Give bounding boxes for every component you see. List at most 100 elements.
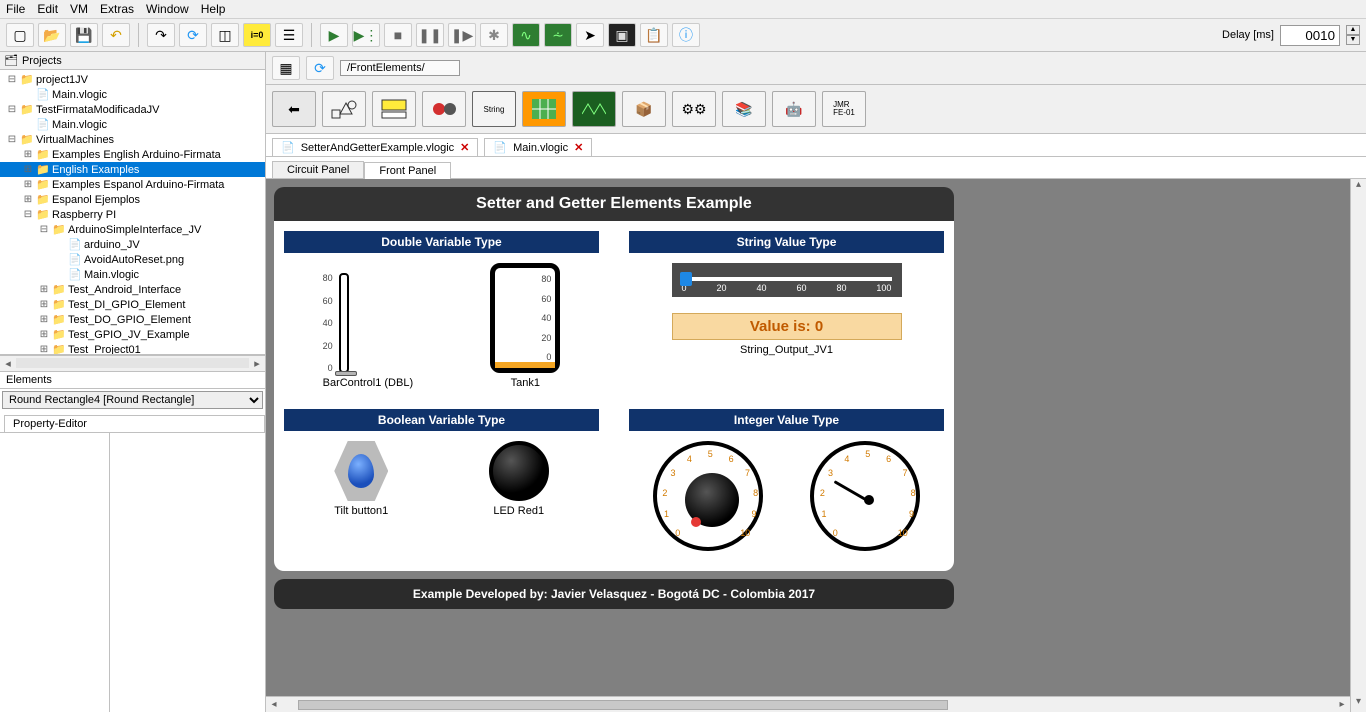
- project-tree[interactable]: ⊟📁project1JV📄Main.vlogic⊟📁TestFirmataMod…: [0, 70, 265, 355]
- palette-robot-icon[interactable]: 🤖: [772, 91, 816, 127]
- file-tab-main[interactable]: 📄 Main.vlogic ✕: [484, 138, 592, 156]
- palette-gears-icon[interactable]: ⚙⚙: [672, 91, 716, 127]
- close-tab-icon[interactable]: ✕: [574, 141, 583, 154]
- tree-twist-icon[interactable]: ⊟: [6, 134, 18, 145]
- tree-item[interactable]: ⊟📁TestFirmataModificadaJV: [0, 102, 265, 117]
- tree-item[interactable]: ⊞📁Test_DI_GPIO_Element: [0, 297, 265, 312]
- console-icon[interactable]: ▣: [608, 23, 636, 47]
- tree-item[interactable]: ⊟📁Raspberry PI: [0, 207, 265, 222]
- debug-icon[interactable]: ✱: [480, 23, 508, 47]
- tree-item[interactable]: ⊟📁project1JV: [0, 72, 265, 87]
- tree-twist-icon[interactable]: ⊞: [22, 149, 34, 160]
- slider-widget[interactable]: 0 20 40 60 80 100: [672, 263, 902, 297]
- file-tab-setter[interactable]: 📄 SetterAndGetterExample.vlogic ✕: [272, 138, 478, 156]
- bar-control[interactable]: [339, 273, 349, 373]
- delay-input[interactable]: [1280, 25, 1340, 46]
- tree-twist-icon[interactable]: ⊞: [22, 179, 34, 190]
- palette-books-icon[interactable]: 📚: [722, 91, 766, 127]
- palette-jmr-icon[interactable]: JMR FE-01: [822, 91, 866, 127]
- window-icon[interactable]: ◫: [211, 23, 239, 47]
- menu-edit[interactable]: Edit: [37, 2, 58, 16]
- refresh-icon[interactable]: ⟳: [179, 23, 207, 47]
- section-boolean-header: Boolean Variable Type: [284, 409, 599, 431]
- new-icon[interactable]: ▢: [6, 23, 34, 47]
- property-editor-tab[interactable]: Property-Editor: [4, 415, 265, 432]
- tank-widget[interactable]: 80 60 40 20 0: [490, 263, 560, 373]
- var-icon[interactable]: i=0: [243, 23, 271, 47]
- tree-item[interactable]: ⊞📁Test_GPIO_JV_Example: [0, 327, 265, 342]
- play-step-icon[interactable]: ▶⋮: [352, 23, 380, 47]
- palette-meter-icon[interactable]: [372, 91, 416, 127]
- tree-item[interactable]: 📄Main.vlogic: [0, 87, 265, 102]
- palette-back-icon[interactable]: ⬅: [272, 91, 316, 127]
- tree-item[interactable]: 📄arduino_JV: [0, 237, 265, 252]
- save-icon[interactable]: 💾: [70, 23, 98, 47]
- tree-item[interactable]: ⊞📁Espanol Ejemplos: [0, 192, 265, 207]
- tree-twist-icon[interactable]: ⊟: [6, 104, 18, 115]
- close-tab-icon[interactable]: ✕: [460, 141, 469, 154]
- step-icon[interactable]: ❚▶: [448, 23, 476, 47]
- pause-icon[interactable]: ❚❚: [416, 23, 444, 47]
- menu-file[interactable]: File: [6, 2, 25, 16]
- tree-twist-icon[interactable]: ⊞: [38, 284, 50, 295]
- dial-knob[interactable]: 012345678910: [653, 441, 763, 551]
- tree-item-label: Test_DI_GPIO_Element: [68, 299, 185, 311]
- doc-icon[interactable]: 📋: [640, 23, 668, 47]
- tree-item[interactable]: ⊟📁ArduinoSimpleInterface_JV: [0, 222, 265, 237]
- palette-led-icon[interactable]: [422, 91, 466, 127]
- tree-twist-icon[interactable]: ⊟: [6, 74, 18, 85]
- design-canvas[interactable]: Setter and Getter Elements Example Doubl…: [274, 187, 954, 609]
- play-icon[interactable]: ▶: [320, 23, 348, 47]
- tree-twist-icon[interactable]: ⊞: [22, 194, 34, 205]
- delay-up-icon[interactable]: ▲: [1346, 25, 1360, 35]
- tick-label: 60: [323, 296, 333, 306]
- canvas-hscroll[interactable]: ◂▸: [266, 696, 1350, 712]
- signal1-icon[interactable]: ∿: [512, 23, 540, 47]
- tree-twist-icon[interactable]: ⊞: [38, 329, 50, 340]
- tree-item[interactable]: ⊞📁English Examples: [0, 162, 265, 177]
- tree-twist-icon[interactable]: ⊞: [38, 299, 50, 310]
- tree-twist-icon[interactable]: ⊞: [22, 164, 34, 175]
- redo-icon[interactable]: ↷: [147, 23, 175, 47]
- tilt-button[interactable]: [334, 441, 388, 501]
- tree-item[interactable]: ⊞📁Examples Espanol Arduino-Firmata: [0, 177, 265, 192]
- menu-window[interactable]: Window: [146, 2, 189, 16]
- tree-twist-icon[interactable]: ⊞: [38, 314, 50, 325]
- tree-item[interactable]: ⊟📁VirtualMachines: [0, 132, 265, 147]
- tree-item[interactable]: ⊞📁Test_DO_GPIO_Element: [0, 312, 265, 327]
- tree-item[interactable]: 📄Main.vlogic: [0, 267, 265, 282]
- grid-icon[interactable]: ▦: [272, 56, 300, 80]
- elements-select[interactable]: Round Rectangle4 [Round Rectangle]: [2, 391, 263, 409]
- menu-extras[interactable]: Extras: [100, 2, 134, 16]
- delay-down-icon[interactable]: ▼: [1346, 35, 1360, 45]
- reload-icon[interactable]: ⟳: [306, 56, 334, 80]
- canvas-vscroll[interactable]: ▴▾: [1350, 179, 1366, 712]
- open-icon[interactable]: 📂: [38, 23, 66, 47]
- palette-string-icon[interactable]: String: [472, 91, 516, 127]
- tab-front-panel[interactable]: Front Panel: [364, 162, 451, 179]
- undo-icon[interactable]: ↶: [102, 23, 130, 47]
- tree-item[interactable]: ⊞📁Test_Project01: [0, 342, 265, 355]
- tree-item[interactable]: ⊞📁Examples English Arduino-Firmata: [0, 147, 265, 162]
- tick-label: 60: [541, 294, 551, 304]
- tree-node-icon: 📁: [52, 298, 66, 311]
- target-icon[interactable]: ➤: [576, 23, 604, 47]
- tree-twist-icon[interactable]: ⊞: [38, 344, 50, 355]
- tree-item[interactable]: 📄Main.vlogic: [0, 117, 265, 132]
- palette-shapes-icon[interactable]: [322, 91, 366, 127]
- tree-hscroll[interactable]: ◂▸: [0, 355, 265, 371]
- signal2-icon[interactable]: ⩪: [544, 23, 572, 47]
- tree-item[interactable]: 📄AvoidAutoReset.png: [0, 252, 265, 267]
- list-icon[interactable]: ☰: [275, 23, 303, 47]
- info-icon[interactable]: ⓘ: [672, 23, 700, 47]
- palette-scope-icon[interactable]: [572, 91, 616, 127]
- tab-circuit-panel[interactable]: Circuit Panel: [272, 161, 364, 178]
- stop-icon[interactable]: ■: [384, 23, 412, 47]
- menu-help[interactable]: Help: [201, 2, 226, 16]
- palette-box-icon[interactable]: 📦: [622, 91, 666, 127]
- palette-table-icon[interactable]: [522, 91, 566, 127]
- tree-twist-icon[interactable]: ⊟: [22, 209, 34, 220]
- tree-twist-icon[interactable]: ⊟: [38, 224, 50, 235]
- menu-vm[interactable]: VM: [70, 2, 88, 16]
- tree-item[interactable]: ⊞📁Test_Android_Interface: [0, 282, 265, 297]
